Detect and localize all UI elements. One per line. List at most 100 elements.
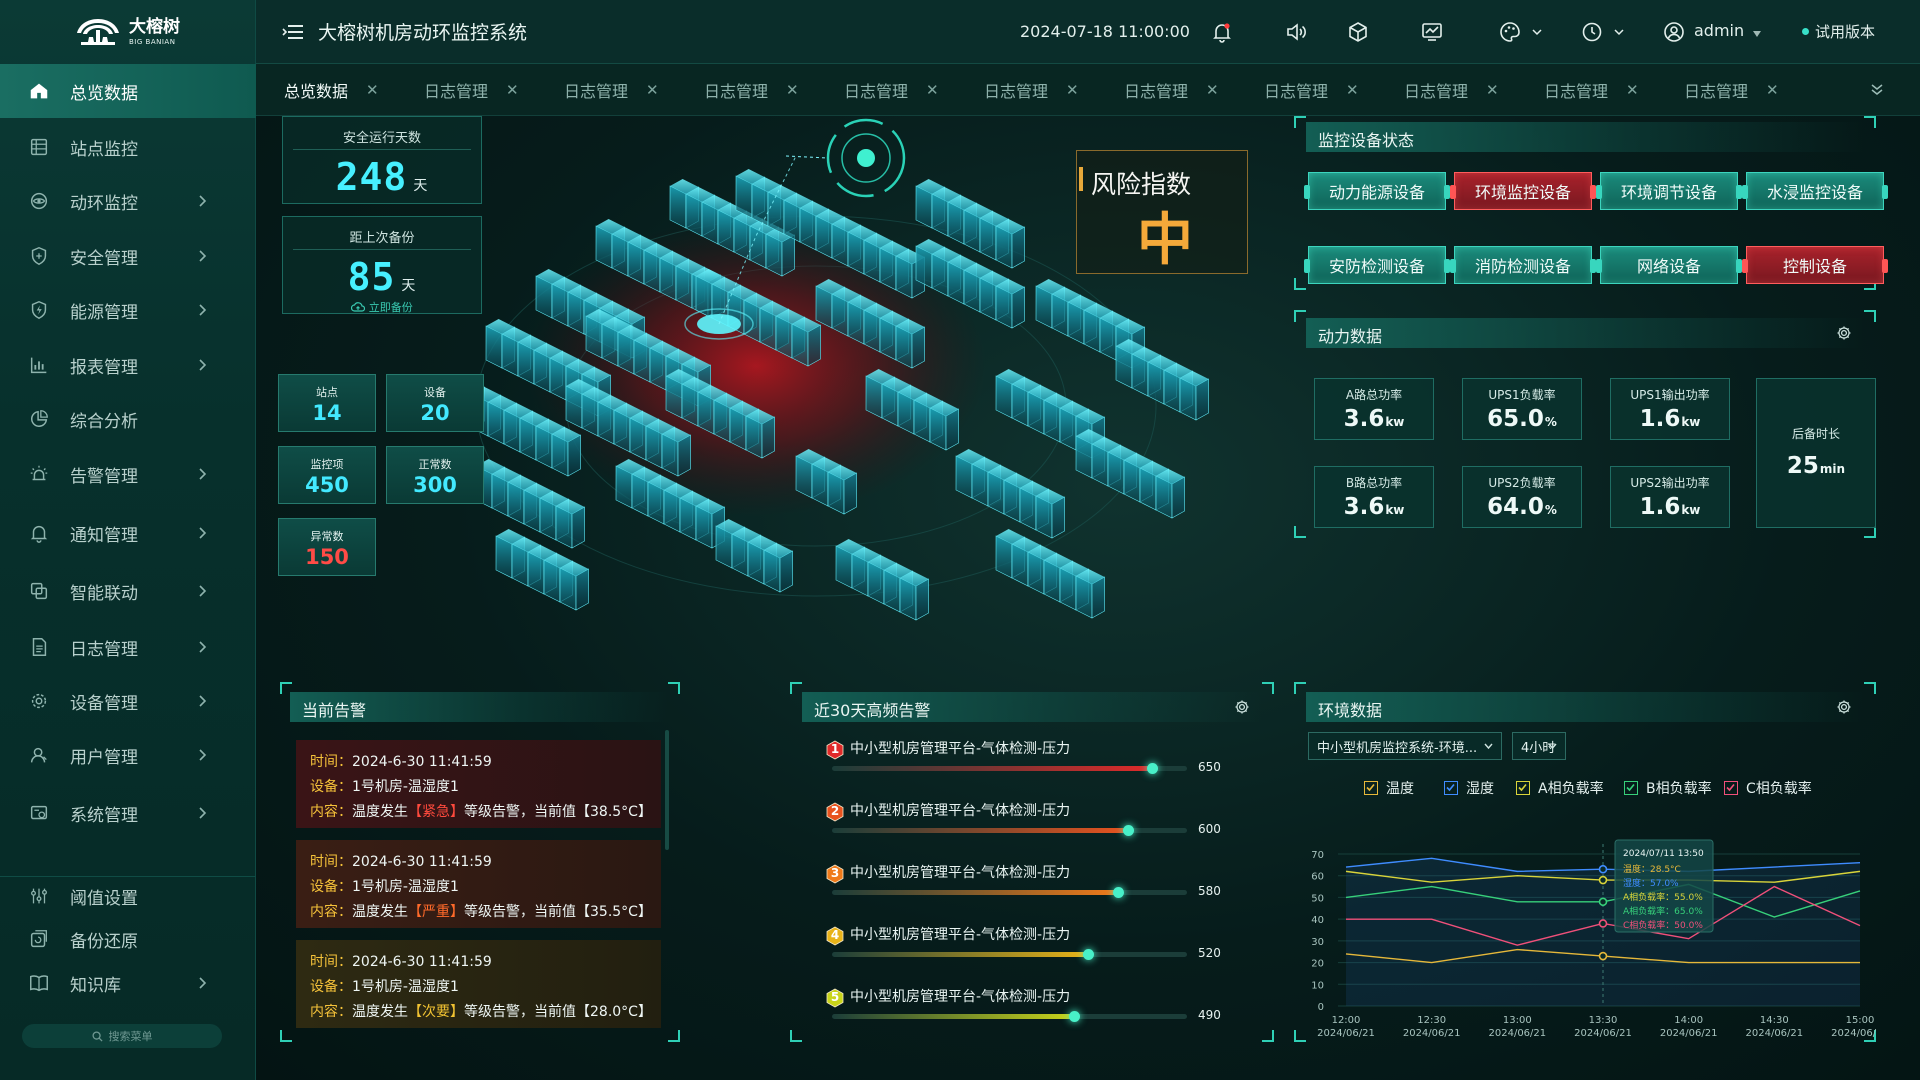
clock-refresh-icon[interactable]: [1580, 20, 1604, 44]
device-status-button-8[interactable]: 控制设备: [1742, 246, 1888, 284]
sidebar-bottom-item-3[interactable]: 知识库: [0, 960, 256, 1006]
sidebar-item-13[interactable]: 用户管理: [0, 728, 256, 782]
tab-close-icon[interactable]: ✕: [1626, 81, 1639, 99]
caret-down-icon[interactable]: [1752, 30, 1762, 38]
tab-close-icon[interactable]: ✕: [1346, 81, 1359, 99]
server-rack[interactable]: [791, 317, 821, 367]
tab-close-icon[interactable]: ✕: [646, 81, 659, 99]
legend-item[interactable]: A相负载率: [1516, 778, 1604, 798]
notification-bell-icon[interactable]: [1210, 20, 1234, 44]
server-rack[interactable]: [1075, 569, 1105, 619]
frequent-alarm-row[interactable]: 3 中小型机房管理平台-气体检测-压力 580: [826, 862, 1226, 914]
tab-6[interactable]: 日志管理 ✕: [984, 64, 1079, 116]
3d-cube-icon[interactable]: [1346, 20, 1370, 44]
device-status-button-2[interactable]: 环境监控设备: [1450, 172, 1596, 210]
palette-icon[interactable]: [1498, 20, 1522, 44]
sidebar-item-4[interactable]: 安全管理: [0, 229, 256, 283]
server-rack[interactable]: [1155, 469, 1185, 519]
alerts-scrollbar[interactable]: [665, 730, 669, 850]
server-rack[interactable]: [995, 219, 1025, 269]
checkbox-checked-icon[interactable]: [1516, 781, 1530, 795]
power-settings-gear-icon[interactable]: [1836, 325, 1852, 341]
legend-item[interactable]: B相负载率: [1624, 778, 1712, 798]
tab-close-icon[interactable]: ✕: [1066, 81, 1079, 99]
server-rack[interactable]: [555, 499, 585, 549]
frequent-alarm-row[interactable]: 4 中小型机房管理平台-气体检测-压力 520: [826, 924, 1226, 976]
chevron-down-icon[interactable]: [1532, 28, 1542, 36]
sidebar-item-5[interactable]: 能源管理: [0, 283, 256, 337]
frequent-alarm-row[interactable]: 2 中小型机房管理平台-气体检测-压力 600: [826, 800, 1226, 852]
env-settings-gear-icon[interactable]: [1836, 699, 1852, 715]
checkbox-checked-icon[interactable]: [1724, 781, 1738, 795]
sidebar-item-3[interactable]: 动环监控: [0, 174, 256, 228]
tab-close-icon[interactable]: ✕: [926, 81, 939, 99]
sidebar-item-2[interactable]: 站点监控: [0, 120, 256, 174]
legend-item[interactable]: 温度: [1364, 778, 1414, 798]
env-range-select[interactable]: 4小时: [1512, 732, 1566, 760]
tab-7[interactable]: 日志管理 ✕: [1124, 64, 1219, 116]
device-status-button-5[interactable]: 安防检测设备: [1304, 246, 1450, 284]
menu-search-input[interactable]: 搜索菜单: [22, 1024, 222, 1048]
frequent-alarm-row[interactable]: 1 中小型机房管理平台-气体检测-压力 650: [826, 738, 1226, 790]
device-status-button-3[interactable]: 环境调节设备: [1596, 172, 1742, 210]
server-rack[interactable]: [899, 571, 929, 621]
tab-5[interactable]: 日志管理 ✕: [844, 64, 939, 116]
server-rack[interactable]: [745, 409, 775, 459]
frequent-alarm-row[interactable]: 5 中小型机房管理平台-气体检测-压力 490: [826, 986, 1226, 1038]
sidebar-item-10[interactable]: 智能联动: [0, 564, 256, 618]
server-rack[interactable]: [929, 401, 959, 451]
tab-close-icon[interactable]: ✕: [786, 81, 799, 99]
volume-icon[interactable]: [1284, 20, 1308, 44]
sidebar-bottom-item-2[interactable]: 备份还原: [0, 916, 256, 962]
tabs-expand-icon[interactable]: [1870, 82, 1884, 96]
tab-close-icon[interactable]: ✕: [1486, 81, 1499, 99]
chevron-down-icon[interactable]: [1614, 28, 1624, 36]
env-line-chart[interactable]: 0 10 20 30 40 50 60 70 12:00 2024/06/21 12:30 2024/…: [1294, 798, 1876, 1042]
backup-now-link[interactable]: 立即备份: [283, 299, 481, 315]
tab-2[interactable]: 日志管理 ✕: [424, 64, 519, 116]
sidebar-item-14[interactable]: 系统管理: [0, 786, 256, 840]
alert-item[interactable]: 时间：2024-6-30 11:41:59 设备：1号机房-温湿度1 内容：温度发生…: [296, 740, 661, 828]
sidebar-bottom-item-1[interactable]: 阈值设置: [0, 873, 256, 919]
legend-item[interactable]: C相负载率: [1724, 778, 1812, 798]
alarms-settings-gear-icon[interactable]: [1234, 699, 1250, 715]
device-status-button-6[interactable]: 消防检测设备: [1450, 246, 1596, 284]
sidebar-item-1[interactable]: 总览数据: [0, 64, 256, 118]
server-rack[interactable]: [995, 279, 1025, 329]
tab-close-icon[interactable]: ✕: [366, 81, 379, 99]
device-status-button-1[interactable]: 动力能源设备: [1304, 172, 1450, 210]
server-rack[interactable]: [827, 465, 857, 515]
tab-4[interactable]: 日志管理 ✕: [704, 64, 799, 116]
server-rack[interactable]: [551, 427, 581, 477]
server-rack[interactable]: [763, 543, 793, 593]
checkbox-checked-icon[interactable]: [1444, 781, 1458, 795]
sidebar-item-7[interactable]: 综合分析: [0, 392, 256, 446]
server-rack[interactable]: [895, 319, 925, 369]
tab-11[interactable]: 日志管理 ✕: [1684, 64, 1779, 116]
tab-close-icon[interactable]: ✕: [1766, 81, 1779, 99]
user-avatar-icon[interactable]: [1662, 20, 1686, 44]
alert-item[interactable]: 时间：2024-6-30 11:41:59 设备：1号机房-温湿度1 内容：温度发生…: [296, 840, 661, 928]
sidebar-item-11[interactable]: 日志管理: [0, 620, 256, 674]
server-rack[interactable]: [661, 427, 691, 477]
tab-10[interactable]: 日志管理 ✕: [1544, 64, 1639, 116]
sidebar-item-6[interactable]: 报表管理: [0, 338, 256, 392]
server-rack[interactable]: [1179, 371, 1209, 421]
monitor-chart-icon[interactable]: [1420, 20, 1444, 44]
tab-1[interactable]: 总览数据 ✕: [284, 64, 379, 116]
legend-item[interactable]: 湿度: [1444, 778, 1494, 798]
sidebar-item-12[interactable]: 设备管理: [0, 674, 256, 728]
tab-close-icon[interactable]: ✕: [506, 81, 519, 99]
env-system-select[interactable]: 中小型机房监控系统-环境...: [1308, 732, 1502, 760]
menu-toggle-icon[interactable]: [282, 23, 304, 41]
server-rack[interactable]: [1035, 489, 1065, 539]
tab-8[interactable]: 日志管理 ✕: [1264, 64, 1359, 116]
tab-close-icon[interactable]: ✕: [1206, 81, 1219, 99]
sidebar-item-8[interactable]: 告警管理: [0, 447, 256, 501]
device-status-button-4[interactable]: 水浸监控设备: [1742, 172, 1888, 210]
alert-item[interactable]: 时间：2024-6-30 11:41:59 设备：1号机房-温湿度1 内容：温度发生…: [296, 940, 661, 1028]
checkbox-checked-icon[interactable]: [1364, 781, 1378, 795]
device-status-button-7[interactable]: 网络设备: [1596, 246, 1742, 284]
sidebar-item-9[interactable]: 通知管理: [0, 506, 256, 560]
server-rack[interactable]: [559, 561, 589, 611]
